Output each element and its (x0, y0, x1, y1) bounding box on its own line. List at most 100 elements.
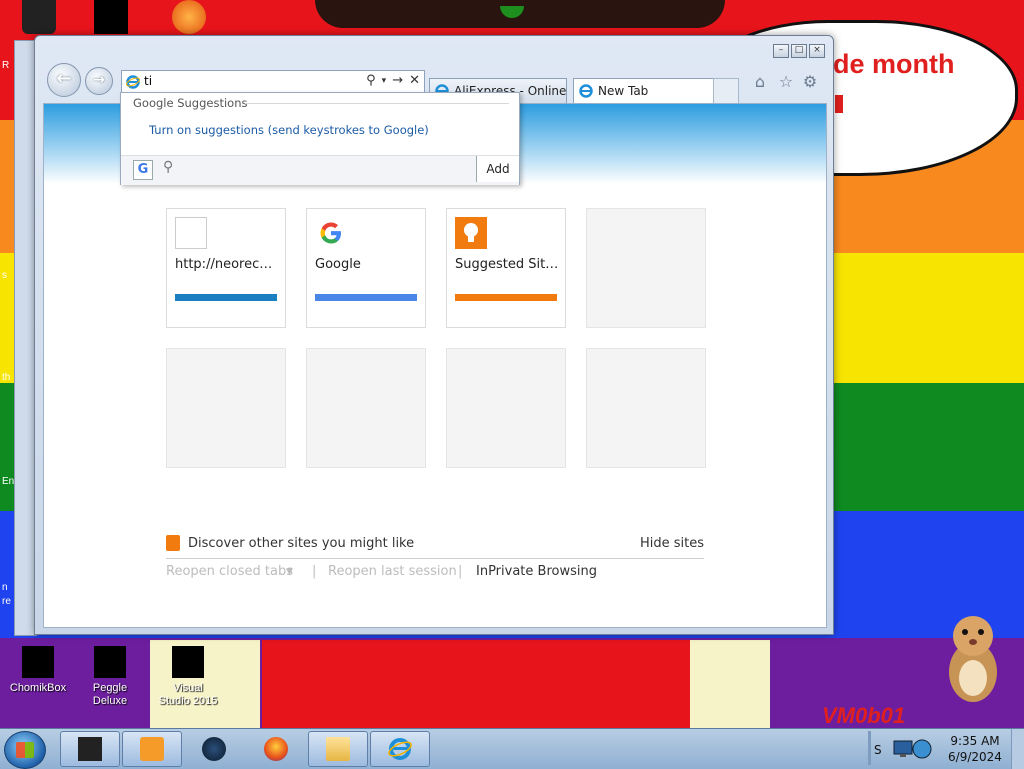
search-icon[interactable]: ⚲ (366, 73, 376, 89)
search-provider-bar (121, 155, 519, 185)
site-tile-google[interactable]: Google (306, 208, 426, 328)
site-tile-empty[interactable] (586, 208, 706, 328)
system-tray: S (868, 731, 938, 765)
reopen-last-session-link[interactable]: Reopen last session (328, 564, 457, 579)
taskbar-app-3[interactable] (184, 731, 244, 767)
blank-page-icon (175, 217, 207, 249)
site-tile-empty[interactable] (446, 348, 566, 468)
bubble-exclamation (835, 95, 843, 113)
taskbar-firefox[interactable] (246, 731, 306, 767)
tile-label: Google (315, 257, 361, 272)
site-tile-empty[interactable] (586, 348, 706, 468)
forward-button[interactable]: → (85, 67, 113, 95)
site-tile-neorecon[interactable]: http://neorecon... (166, 208, 286, 328)
tile-color-bar (315, 294, 417, 301)
reopen-closed-tabs-link[interactable]: Reopen closed tabs (166, 564, 293, 579)
tray-label: S (874, 743, 882, 757)
favorites-star-icon[interactable]: ☆ (777, 73, 795, 91)
clock-date: 6/9/2024 (948, 750, 1002, 764)
new-tab-button[interactable] (713, 78, 739, 103)
discover-link[interactable]: Discover other sites you might like (188, 536, 414, 551)
close-window-button[interactable]: × (809, 44, 825, 58)
back-button[interactable]: ← (47, 63, 81, 97)
tile-color-bar (175, 294, 277, 301)
bubble-text: de month (833, 49, 955, 79)
window-caption-buttons: – □ × (773, 44, 825, 58)
desktop-icon-visual-studio[interactable]: Visual Studio 2015 (158, 646, 218, 708)
tab-label: New Tab (598, 84, 649, 98)
tray-separator (868, 731, 871, 765)
edge-text: re (2, 596, 11, 607)
tile-label: http://neorecon... (175, 257, 279, 272)
visual-studio-icon (172, 646, 204, 678)
ie-logo-icon (579, 84, 593, 98)
inprivate-browsing-link[interactable]: InPrivate Browsing (476, 564, 597, 579)
edge-text: R (2, 60, 10, 71)
dropdown-arrow-icon[interactable]: ▾ (382, 73, 387, 89)
gear-icon[interactable]: ⚙ (801, 73, 819, 91)
desktop-icon-label: Visual Studio 2015 (158, 682, 218, 707)
folder-icon (326, 737, 350, 761)
taskbar-app-1[interactable] (60, 731, 120, 767)
site-tile-empty[interactable] (166, 348, 286, 468)
app-icon (202, 737, 226, 761)
address-input[interactable] (144, 73, 344, 89)
desktop-icon-label: Peggle Deluxe (92, 682, 128, 707)
hide-sites-link[interactable]: Hide sites (640, 536, 704, 551)
search-suggestions-dropdown: Google Suggestions Turn on suggestions (… (120, 92, 520, 185)
peggle-icon (94, 646, 126, 678)
divider (245, 103, 509, 104)
taskbar: S 9:35 AM 6/9/2024 (0, 728, 1024, 769)
desktop-icon-chomikbox[interactable]: ChomikBox (8, 646, 68, 695)
network-icon[interactable] (892, 737, 932, 761)
add-provider-button[interactable]: Add (476, 156, 519, 182)
google-provider-icon[interactable]: G (133, 160, 153, 180)
taskbar-ie[interactable] (370, 731, 430, 767)
google-logo-icon (320, 222, 341, 244)
link-separator: | (312, 564, 317, 579)
chomikbox-icon (22, 646, 54, 678)
search-icon[interactable]: ⚲ (163, 159, 173, 175)
site-tile-suggested-sites[interactable]: Suggested Sites (446, 208, 566, 328)
suggestions-header: Google Suggestions (133, 96, 248, 110)
clock[interactable]: 9:35 AM 6/9/2024 (940, 733, 1010, 765)
maximize-button[interactable]: □ (791, 44, 807, 58)
windows-logo-icon (16, 742, 34, 758)
desktop-icon-top-3[interactable] (172, 0, 206, 34)
turn-on-suggestions-link[interactable]: Turn on suggestions (send keystrokes to … (149, 123, 429, 137)
home-icon[interactable]: ⌂ (751, 73, 769, 91)
go-arrow-icon[interactable]: → (392, 73, 403, 89)
edge-text: th (2, 372, 11, 383)
suggested-sites-icon (166, 535, 180, 551)
chevron-down-icon[interactable]: ▼ (286, 567, 293, 577)
taskbar-explorer[interactable] (308, 731, 368, 767)
taskbar-app-media[interactable] (122, 731, 182, 767)
tile-color-bar (455, 294, 557, 301)
edge-text: s (2, 270, 7, 281)
wallpaper-cream-shape (690, 640, 770, 728)
edge-text: n (2, 582, 8, 593)
desktop-icon-peggle[interactable]: Peggle Deluxe (80, 646, 140, 708)
desktop-icon-top-1[interactable] (22, 0, 56, 34)
watermark-text: VM0b01 (822, 703, 906, 728)
edge-text: En (2, 476, 15, 487)
desktop-icon-label: ChomikBox (9, 682, 67, 694)
start-button[interactable] (4, 731, 46, 769)
link-separator: | (458, 564, 463, 579)
site-tile-empty[interactable] (306, 348, 426, 468)
new-tab-links: Reopen closed tabs ▼ | Reopen last sessi… (166, 564, 704, 584)
wallpaper-red-shape (262, 640, 692, 728)
tile-label: Suggested Sites (455, 257, 559, 272)
ie-logo-icon (388, 738, 412, 760)
media-player-icon (140, 737, 164, 761)
desktop-icon-top-2[interactable] (94, 0, 128, 34)
firefox-icon (264, 737, 288, 761)
address-actions: ⚲ ▾ → ✕ (366, 73, 420, 89)
minimize-button[interactable]: – (773, 44, 789, 58)
discover-bar: Discover other sites you might like Hide… (166, 534, 704, 559)
hamster-icon (949, 616, 997, 702)
address-bar[interactable]: ⚲ ▾ → ✕ (121, 70, 425, 94)
stop-icon[interactable]: ✕ (409, 73, 420, 89)
clock-time: 9:35 AM (950, 734, 1000, 748)
show-desktop-button[interactable] (1011, 729, 1024, 769)
